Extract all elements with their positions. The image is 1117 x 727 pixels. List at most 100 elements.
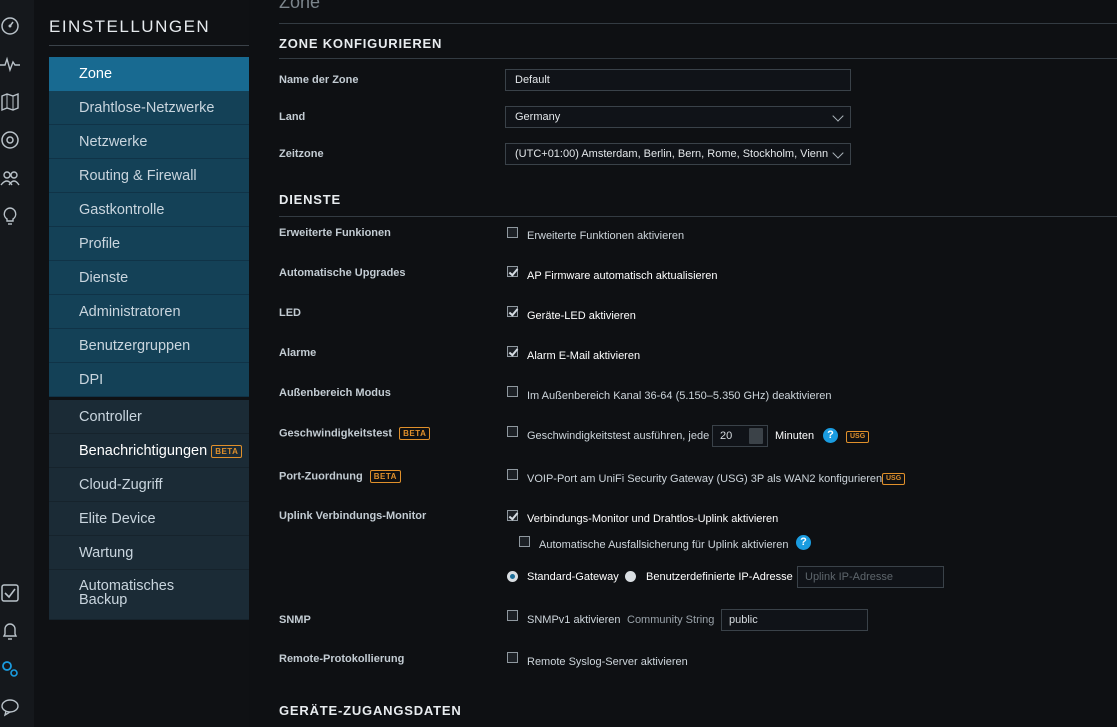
led-checkbox[interactable]	[507, 306, 518, 317]
port-mapping-label-text: Port-Zuordnung	[279, 470, 363, 483]
insights-icon[interactable]	[0, 206, 20, 226]
dashboard-icon[interactable]	[0, 16, 20, 36]
menu-item-label: DPI	[79, 372, 104, 388]
port-mapping-checkbox[interactable]	[507, 469, 518, 480]
menu-item-profiles[interactable]: Profile	[49, 227, 249, 261]
chat-icon[interactable]	[0, 697, 20, 717]
standard-gateway-text: Standard-Gateway	[527, 571, 619, 583]
menu-item-label: Drahtlose-Netzwerke	[79, 100, 215, 116]
divider	[279, 58, 1117, 59]
menu-item-notifications[interactable]: Benachrichtigungen BETA	[49, 434, 249, 468]
menu-item-label: Wartung	[79, 545, 134, 561]
events-icon[interactable]	[0, 583, 20, 603]
uplink-failover-checkbox[interactable]	[519, 536, 530, 547]
uplink-monitor-label: Uplink Verbindungs-Monitor	[279, 510, 427, 522]
menu-item-auto-backup[interactable]: Automatisches Backup	[49, 570, 249, 620]
menu-item-services[interactable]: Dienste	[49, 261, 249, 295]
usg-badge: USG	[882, 473, 906, 485]
speedtest-checkbox[interactable]	[507, 426, 518, 437]
remote-logging-label: Remote-Protokollierung	[279, 653, 405, 665]
speedtest-interval-stepper[interactable]: 20	[712, 425, 768, 447]
speedtest-label-text: Geschwindigkeitstest	[279, 427, 393, 440]
speedtest-unit: Minuten	[775, 430, 815, 442]
menu-item-label: Benachrichtigungen	[79, 443, 208, 459]
statistics-icon[interactable]	[0, 54, 20, 74]
section-title-services: DIENSTE	[279, 192, 341, 207]
alarms-checkbox[interactable]	[507, 346, 518, 357]
help-icon[interactable]: ?	[823, 428, 838, 443]
timezone-label: Zeitzone	[279, 148, 324, 160]
community-string-input[interactable]: public	[721, 609, 868, 631]
outdoor-mode-label: Außenbereich Modus	[279, 387, 391, 399]
menu-item-controller[interactable]: Controller	[49, 400, 249, 434]
menu-item-label: Routing & Firewall	[79, 168, 197, 184]
clients-icon[interactable]	[0, 168, 20, 188]
uplink-monitor-checkbox[interactable]	[507, 510, 518, 521]
port-mapping-text: VOIP-Port am UniFi Security Gateway (USG…	[527, 473, 883, 485]
zone-name-input[interactable]: Default	[505, 69, 851, 91]
led-label: LED	[279, 307, 301, 319]
zone-name-label: Name der Zone	[279, 74, 359, 86]
devices-icon[interactable]	[0, 130, 20, 150]
settings-title: EINSTELLUNGEN	[49, 17, 211, 36]
menu-item-label: Backup	[79, 592, 128, 608]
menu-item-label: Benutzergruppen	[79, 338, 191, 354]
menu-item-label: Zone	[79, 66, 113, 82]
menu-item-wireless-networks[interactable]: Drahtlose-Netzwerke	[49, 91, 249, 125]
chevron-down-icon	[832, 147, 844, 159]
menu-item-label: Elite Device	[79, 511, 156, 527]
stepper-arrows-icon[interactable]	[749, 428, 763, 444]
menu-item-guest-control[interactable]: Gastkontrolle	[49, 193, 249, 227]
alarms-label: Alarme	[279, 347, 317, 359]
menu-item-zone[interactable]: Zone	[49, 57, 264, 91]
beta-badge: BETA	[211, 444, 243, 458]
menu-item-label: Cloud-Zugriff	[79, 477, 163, 493]
page-title: Zone	[279, 0, 321, 12]
remote-logging-checkbox[interactable]	[507, 652, 518, 663]
snmp-text: SNMPv1 aktivieren	[527, 614, 621, 626]
custom-ip-radio[interactable]	[625, 571, 636, 582]
outdoor-mode-text: Im Außenbereich Kanal 36-64 (5.150–5.350…	[527, 390, 832, 402]
uplink-ip-input[interactable]: Uplink IP-Adresse	[797, 566, 944, 588]
country-label: Land	[279, 111, 306, 123]
country-select[interactable]: Germany	[505, 106, 851, 128]
menu-item-maintenance[interactable]: Wartung	[49, 536, 249, 570]
timezone-select-value: (UTC+01:00) Amsterdam, Berlin, Bern, Rom…	[515, 148, 829, 160]
chevron-down-icon	[832, 110, 844, 122]
settings-menu: Zone Drahtlose-Netzwerke Netzwerke Routi…	[49, 57, 264, 620]
advanced-features-checkbox[interactable]	[507, 227, 518, 238]
auto-upgrades-text: AP Firmware automatisch aktualisieren	[527, 270, 718, 282]
divider	[279, 216, 1117, 217]
port-mapping-label: Port-Zuordnung BETA	[279, 470, 401, 483]
alerts-icon[interactable]	[0, 621, 20, 641]
icon-rail	[0, 0, 34, 727]
section-title-device-credentials: GERÄTE-ZUGANGSDATEN	[279, 703, 462, 718]
led-text: Geräte-LED aktivieren	[527, 310, 636, 322]
help-icon[interactable]: ?	[796, 535, 811, 550]
standard-gateway-radio[interactable]	[507, 571, 518, 582]
settings-icon[interactable]	[0, 659, 20, 679]
snmp-checkbox[interactable]	[507, 610, 518, 621]
menu-item-routing-firewall[interactable]: Routing & Firewall	[49, 159, 249, 193]
custom-ip-text: Benutzerdefinierte IP-Adresse	[646, 571, 793, 583]
menu-item-label: Netzwerke	[79, 134, 148, 150]
menu-item-networks[interactable]: Netzwerke	[49, 125, 249, 159]
menu-item-label: Administratoren	[79, 304, 181, 320]
menu-item-label: Dienste	[79, 270, 129, 286]
country-select-value: Germany	[515, 111, 561, 123]
speedtest-label: Geschwindigkeitstest BETA	[279, 427, 431, 440]
menu-item-admins[interactable]: Administratoren	[49, 295, 249, 329]
menu-item-elite-device[interactable]: Elite Device	[49, 502, 249, 536]
outdoor-mode-checkbox[interactable]	[507, 386, 518, 397]
advanced-features-label: Erweiterte Funkionen	[279, 227, 391, 239]
timezone-select[interactable]: (UTC+01:00) Amsterdam, Berlin, Bern, Rom…	[505, 143, 851, 165]
map-icon[interactable]	[0, 92, 20, 112]
menu-item-dpi[interactable]: DPI	[49, 363, 249, 397]
auto-upgrades-label: Automatische Upgrades	[279, 267, 406, 279]
divider	[279, 23, 1117, 24]
menu-item-label: Profile	[79, 236, 121, 252]
community-string-label: Community String	[627, 614, 715, 626]
menu-item-user-groups[interactable]: Benutzergruppen	[49, 329, 249, 363]
auto-upgrades-checkbox[interactable]	[507, 266, 518, 277]
menu-item-cloud-access[interactable]: Cloud-Zugriff	[49, 468, 249, 502]
